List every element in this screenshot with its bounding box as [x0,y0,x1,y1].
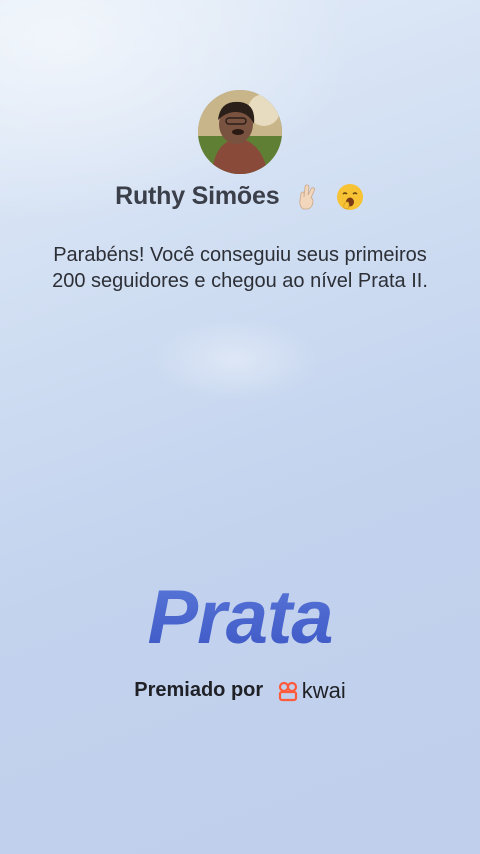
sponsor-brand: kwai [277,678,346,704]
yawning-face-emoji-icon [335,182,365,212]
awarded-by-label: Premiado por [134,679,264,702]
awarded-by-row: Premiado por kwai [0,678,480,704]
kwai-logo-icon [277,680,302,702]
congratulations-message: Parabéns! Você conseguiu seus primeiros … [52,244,428,292]
sponsor-name: kwai [301,678,346,703]
profile-name: Ruthy Simões [115,182,280,210]
crossed-fingers-emoji-icon [292,182,322,212]
avatar [198,90,282,174]
profile-name-row: Ruthy Simões [0,182,480,212]
badge-title: Prata [0,574,480,661]
